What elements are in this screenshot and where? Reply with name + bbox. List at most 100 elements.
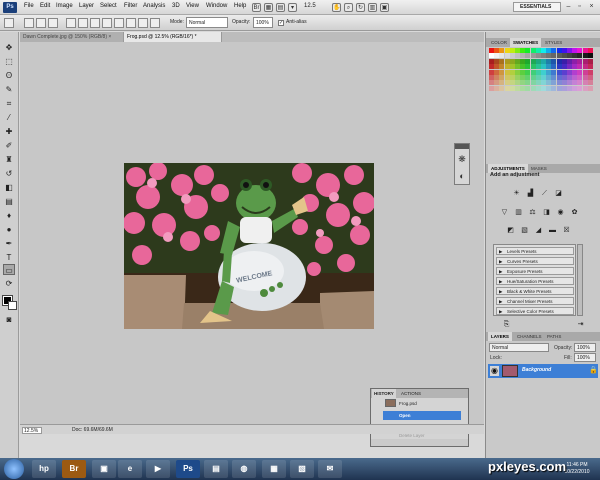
internet-explorer-icon[interactable]: e: [118, 460, 142, 478]
photo-filter-icon[interactable]: ◉: [556, 208, 565, 217]
shape-layers-icon[interactable]: [48, 18, 58, 28]
start-button[interactable]: [4, 459, 24, 479]
menu-layer[interactable]: Layer: [79, 3, 94, 9]
brush-tool-icon[interactable]: ✐: [3, 140, 15, 151]
freeform-pen-icon[interactable]: [78, 18, 88, 28]
preset-selective-color[interactable]: ▶ Selective Color Presets: [496, 307, 574, 315]
background-color-swatch[interactable]: [8, 301, 17, 310]
vibrance-icon[interactable]: ▽: [500, 208, 509, 217]
app-icon[interactable]: ✉: [318, 460, 342, 478]
line-shape-icon[interactable]: [138, 18, 148, 28]
layer-row-background[interactable]: ◉ Background 🔒: [488, 364, 598, 378]
navigator-icon[interactable]: ❋: [455, 152, 469, 166]
hue-saturation-icon[interactable]: ▥: [514, 208, 523, 217]
selective-color-icon[interactable]: ☒: [562, 226, 571, 235]
menu-3d[interactable]: 3D: [172, 3, 180, 9]
zoom-level-icon[interactable]: ▾: [288, 3, 297, 12]
app-icon[interactable]: ◍: [232, 460, 256, 478]
gradient-tool-icon[interactable]: ▤: [3, 196, 15, 207]
layers-opacity-field[interactable]: 100%: [574, 343, 596, 352]
canvas-area[interactable]: WELCOME ❋ ◐: [20, 42, 484, 424]
channel-mixer-icon[interactable]: ✿: [570, 208, 579, 217]
rotate-view-icon[interactable]: ↻: [356, 3, 365, 12]
frog-photo[interactable]: WELCOME: [124, 163, 374, 329]
app-icon[interactable]: ▦: [262, 460, 286, 478]
preset-levels[interactable]: ▶ Levels Presets: [496, 247, 574, 255]
status-zoom-field[interactable]: 12.5%: [22, 427, 42, 434]
history-state-open[interactable]: Open: [383, 411, 461, 420]
antialias-checkbox[interactable]: ✓: [278, 20, 284, 26]
tab-dawn-complete[interactable]: Dawn Complete.jpg @ 150% (RGB/8) ×: [20, 32, 124, 42]
menu-view[interactable]: View: [186, 3, 199, 9]
visibility-eye-icon[interactable]: ◉: [490, 366, 499, 376]
tab-history[interactable]: HISTORY: [372, 389, 396, 398]
blend-mode-dropdown[interactable]: Normal: [489, 343, 549, 352]
media-player-icon[interactable]: ▶: [146, 460, 170, 478]
menu-image[interactable]: Image: [56, 3, 73, 9]
mode-dropdown[interactable]: Normal: [186, 17, 228, 28]
preset-black-white[interactable]: ▶ Black & White Presets: [496, 287, 574, 295]
new-selection-icon[interactable]: [24, 18, 34, 28]
view-extras-icon[interactable]: ▤: [276, 3, 285, 12]
tab-swatches[interactable]: SWATCHES: [510, 38, 542, 47]
eraser-tool-icon[interactable]: ◧: [3, 182, 15, 193]
crop-tool-icon[interactable]: ⌗: [3, 98, 15, 109]
gradient-map-icon[interactable]: ▬: [548, 226, 557, 235]
tool-preset-icon[interactable]: [4, 18, 14, 28]
swatch-grid[interactable]: [489, 48, 593, 92]
presets-scrollbar[interactable]: [577, 244, 583, 316]
bridge-icon[interactable]: Br: [252, 3, 261, 12]
curves-icon[interactable]: ⟋: [540, 189, 549, 198]
history-brush-icon[interactable]: ↺: [3, 168, 15, 179]
app-icon[interactable]: ▧: [290, 460, 314, 478]
tab-color[interactable]: COLOR: [488, 38, 510, 47]
clip-to-layer-icon[interactable]: ⎘: [502, 320, 511, 329]
eyedropper-tool-icon[interactable]: ⁄: [3, 112, 15, 123]
brightness-contrast-icon[interactable]: ☀: [512, 189, 521, 198]
tab-channels[interactable]: CHANNELS: [514, 332, 545, 341]
tab-frog[interactable]: Frog.psd @ 12.5% (RGB/16*) *: [124, 32, 222, 42]
preset-hue-saturation[interactable]: ▶ Hue/Saturation Presets: [496, 277, 574, 285]
restore-icon[interactable]: ▫: [575, 2, 584, 11]
swatch[interactable]: [587, 53, 593, 59]
healing-brush-icon[interactable]: ✚: [3, 126, 15, 137]
minimize-icon[interactable]: –: [564, 2, 573, 11]
zoom-level[interactable]: 12.5: [304, 3, 316, 9]
panel-grip[interactable]: [455, 144, 469, 149]
custom-shape-icon[interactable]: [150, 18, 160, 28]
menu-select[interactable]: Select: [100, 3, 117, 9]
menu-window[interactable]: Window: [206, 3, 227, 9]
invert-icon[interactable]: ◩: [506, 226, 515, 235]
tab-styles[interactable]: STYLES: [542, 38, 565, 47]
move-tool-icon[interactable]: ✥: [3, 42, 15, 53]
menu-filter[interactable]: Filter: [124, 3, 137, 9]
swatch[interactable]: [587, 75, 593, 80]
tab-actions[interactable]: ACTIONS: [399, 389, 423, 398]
polygon-shape-icon[interactable]: [126, 18, 136, 28]
black-white-icon[interactable]: ◨: [542, 208, 551, 217]
pen-tool-icon[interactable]: [66, 18, 76, 28]
menu-file[interactable]: File: [24, 3, 34, 9]
add-selection-icon[interactable]: [36, 18, 46, 28]
shape-tool-icon[interactable]: ▭: [3, 264, 15, 275]
photoshop-app-icon[interactable]: Ps: [176, 460, 200, 478]
layer-name[interactable]: Background: [522, 367, 551, 373]
swatch[interactable]: [587, 85, 593, 91]
tab-layers[interactable]: LAYERS: [488, 332, 512, 341]
rectangle-shape-icon[interactable]: [90, 18, 100, 28]
menu-analysis[interactable]: Analysis: [143, 3, 165, 9]
fill-field[interactable]: 100%: [574, 353, 596, 362]
ellipse-shape-icon[interactable]: [114, 18, 124, 28]
workspace-switcher[interactable]: ESSENTIALS: [513, 2, 561, 12]
quick-mask-icon[interactable]: ◙: [3, 314, 15, 325]
explorer-icon[interactable]: ▤: [204, 460, 228, 478]
info-icon[interactable]: ◐: [455, 169, 469, 183]
rounded-rectangle-icon[interactable]: [102, 18, 112, 28]
preset-exposure[interactable]: ▶ Exposure Presets: [496, 267, 574, 275]
arrange-documents-icon[interactable]: ▥: [368, 3, 377, 12]
preset-curves[interactable]: ▶ Curves Presets: [496, 257, 574, 265]
quick-select-tool-icon[interactable]: ✎: [3, 84, 15, 95]
swatch[interactable]: [587, 80, 593, 86]
mini-bridge-icon[interactable]: ▦: [264, 3, 273, 12]
swatch[interactable]: [587, 69, 593, 75]
